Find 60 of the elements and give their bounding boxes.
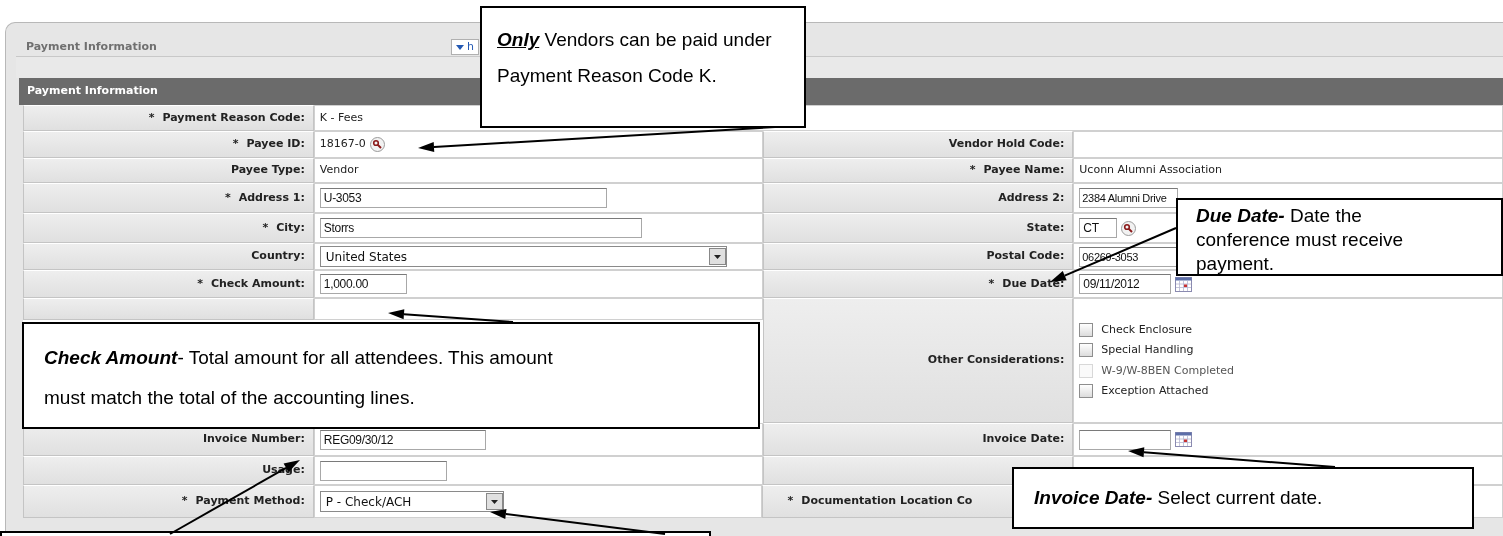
- required-mark: *: [181, 493, 188, 510]
- required-mark: *: [787, 493, 794, 510]
- checkbox[interactable]: [1079, 384, 1094, 399]
- search-icon[interactable]: [369, 137, 385, 152]
- required-mark: *: [969, 162, 976, 179]
- field-label: Payment Reason Code:: [162, 109, 305, 126]
- input-field[interactable]: [1079, 429, 1172, 450]
- dropdown[interactable]: P - Check/ACH: [319, 491, 504, 512]
- field-label: Postal Code:: [986, 248, 1065, 265]
- field-label: Vendor Hold Code:: [948, 136, 1065, 153]
- checkbox-label: W-9/W-8BEN Completed: [1101, 362, 1235, 379]
- required-mark: *: [197, 275, 203, 292]
- toggle-button[interactable]: h: [451, 39, 479, 55]
- callout-text: Check Amount- Total amount for all attendees. This amount must match the total of the accounting lines.: [44, 346, 554, 410]
- input-field[interactable]: 1,000.00: [319, 274, 407, 294]
- field-label: Check Amount:: [210, 275, 305, 292]
- required-mark: *: [148, 109, 155, 126]
- input-field[interactable]: CT: [1079, 218, 1118, 238]
- calendar-icon[interactable]: [1175, 432, 1193, 447]
- field-label: Country:: [251, 248, 305, 265]
- field-label: Payee Name:: [983, 162, 1065, 179]
- required-mark: *: [232, 136, 239, 153]
- input-field[interactable]: Storrs: [319, 218, 642, 238]
- checkbox[interactable]: [1079, 322, 1094, 337]
- field-label: City:: [276, 219, 305, 236]
- checkbox-label: Check Enclosure: [1101, 321, 1193, 338]
- input-field[interactable]: [319, 460, 447, 481]
- checkbox[interactable]: [1079, 343, 1094, 358]
- input-field[interactable]: REG09/30/12: [319, 429, 486, 450]
- caret-icon: [456, 44, 464, 50]
- checkbox-label: Special Handling: [1101, 342, 1194, 358]
- field-label: Due Date:: [1002, 275, 1065, 292]
- input-field[interactable]: 09/11/2012: [1079, 274, 1172, 294]
- field-label: Payee ID:: [246, 136, 305, 153]
- input-field[interactable]: U-3053: [319, 188, 607, 208]
- field-value: Uconn Alumni Association: [1079, 162, 1222, 179]
- checkbox-label: Exception Attached: [1101, 383, 1209, 399]
- dropdown[interactable]: United States: [319, 246, 727, 267]
- field-label: Address 2:: [998, 189, 1065, 206]
- caret-icon: [708, 248, 726, 265]
- callout-text: Due Date- Date the conference must receive payment.: [1196, 204, 1404, 276]
- calendar-icon[interactable]: [1175, 276, 1193, 292]
- search-icon[interactable]: [1121, 220, 1137, 236]
- required-mark: *: [262, 219, 269, 236]
- required-mark: *: [224, 189, 231, 206]
- required-mark: *: [988, 275, 995, 292]
- field-label: State:: [1026, 219, 1065, 236]
- field-value: Vendor: [319, 162, 359, 179]
- field-label: Payee Type:: [230, 162, 305, 179]
- field-label: Address 1:: [238, 189, 305, 206]
- caret-icon: [485, 493, 503, 510]
- field-value: K - Fees: [319, 109, 363, 126]
- field-label: Invoice Date:: [982, 431, 1065, 448]
- input-field[interactable]: 2384 Alumni Drive: [1079, 188, 1179, 208]
- field-value: 18167-0: [319, 136, 366, 153]
- callout-text: Invoice Date- Select current date.: [1034, 486, 1324, 510]
- field-label: Other Considerations:: [927, 352, 1065, 369]
- panel-title: Payment Information: [26, 38, 158, 55]
- field-label: Invoice Number:: [202, 431, 305, 448]
- field-label: Documentation Location Co: [801, 493, 973, 510]
